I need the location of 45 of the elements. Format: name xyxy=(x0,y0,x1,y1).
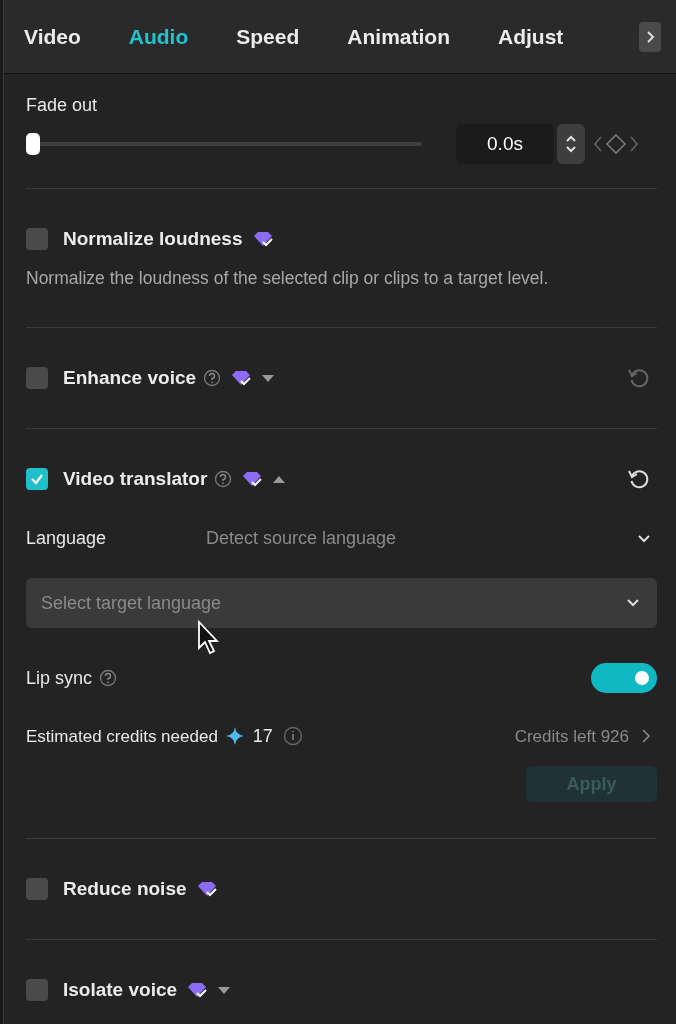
diamond-badge-icon xyxy=(185,981,210,1000)
sparkle-icon xyxy=(225,727,244,746)
chevron-right-icon xyxy=(645,29,655,44)
tab[interactable]: Speed xyxy=(236,20,300,53)
duration-field[interactable]: 0.0s xyxy=(456,124,554,164)
tab[interactable]: Adjust xyxy=(498,20,564,53)
section-title: Normalize loudness xyxy=(63,226,243,251)
section-title: Isolate voice xyxy=(63,978,178,1002)
checkbox[interactable] xyxy=(26,878,48,901)
lip-sync-label: Lip sync xyxy=(26,666,93,690)
credits-value: 17 xyxy=(252,724,273,748)
section-description: Normalize the loudness of the selected clip or clips to a target level. xyxy=(26,267,550,290)
chevron-left-icon xyxy=(593,135,603,153)
keyframe-diamond-icon xyxy=(605,133,627,155)
diamond-badge-icon xyxy=(240,470,265,489)
tab[interactable]: Audio xyxy=(128,20,189,53)
section-title: Enhance voice xyxy=(63,366,197,390)
section-title: Reduce noise xyxy=(63,877,187,901)
up-down-chevron-icon xyxy=(564,133,578,155)
tab-scroll-button[interactable] xyxy=(639,21,661,52)
diamond-badge-icon xyxy=(229,369,254,388)
chevron-down-icon xyxy=(626,598,640,609)
toggle-switch[interactable] xyxy=(591,663,657,694)
slider-thumb[interactable] xyxy=(26,133,40,155)
chevron-down-icon xyxy=(637,533,651,544)
checkbox[interactable] xyxy=(26,979,48,1002)
chevron-right-icon xyxy=(641,728,651,745)
language-label: Language xyxy=(26,527,108,551)
slider-track[interactable] xyxy=(26,133,422,155)
info-icon xyxy=(282,726,303,747)
tab[interactable]: Video xyxy=(24,20,81,53)
mouse-pointer-icon xyxy=(197,620,221,656)
stepper-button[interactable] xyxy=(557,124,585,164)
section-title: Video translator xyxy=(63,467,208,491)
checkbox[interactable] xyxy=(26,228,48,250)
checkbox[interactable] xyxy=(26,367,48,390)
credits-left-link[interactable]: Credits left 926 xyxy=(514,723,657,749)
credits-label: Estimated credits needed xyxy=(26,725,218,748)
checkmark-icon xyxy=(30,473,44,486)
fade-out-label: Fade out xyxy=(26,94,99,117)
help-icon xyxy=(99,669,118,688)
checkbox[interactable] xyxy=(26,468,48,491)
tab[interactable]: Animation xyxy=(347,20,450,53)
source-language-dropdown[interactable]: Detect source language xyxy=(206,525,657,553)
chevron-right-icon xyxy=(629,135,639,153)
